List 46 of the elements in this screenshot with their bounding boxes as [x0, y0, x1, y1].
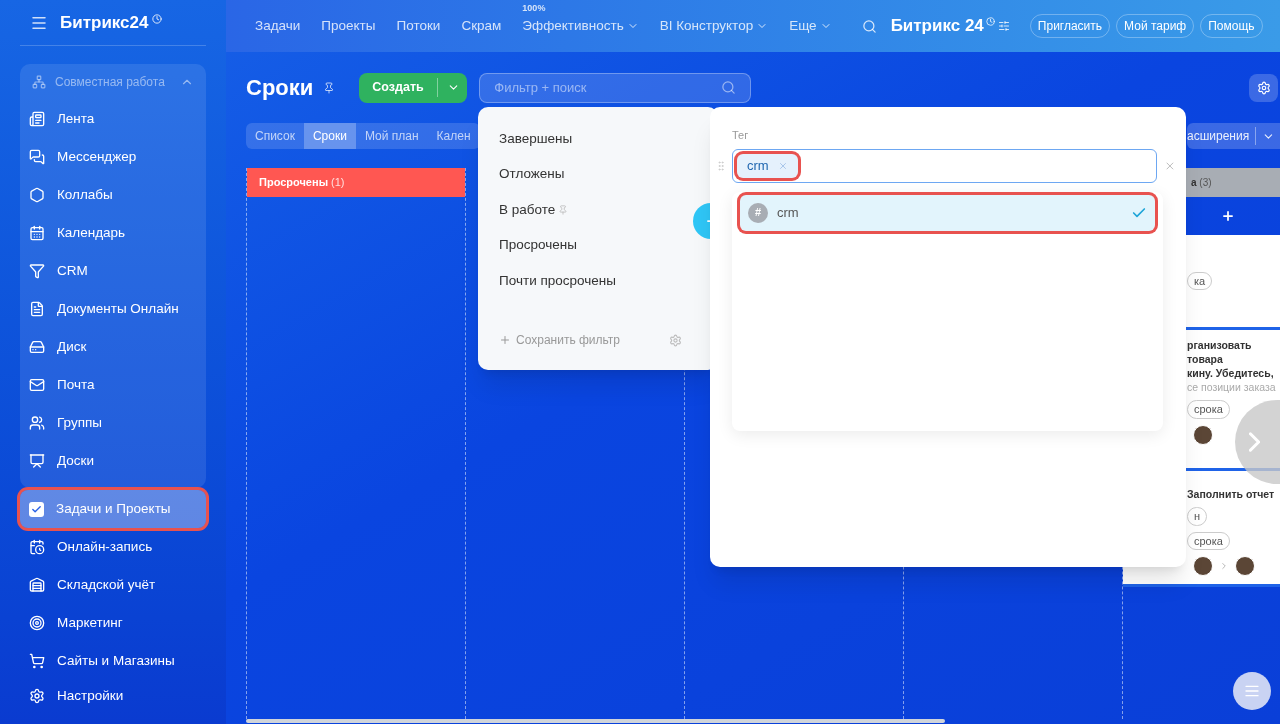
sidebar-item[interactable]: Маркетинг — [20, 604, 206, 643]
filter-preset[interactable]: Почти просрочены — [499, 263, 616, 299]
sidebar-item[interactable]: Задачи и Проекты — [20, 490, 206, 529]
nav-link[interactable]: Еще — [789, 15, 832, 37]
view-tab[interactable]: Мой план — [355, 123, 428, 149]
create-button[interactable]: Создать — [359, 72, 468, 103]
nav-link[interactable]: BI Конструктор — [659, 15, 769, 37]
sidebar-item[interactable]: Лента — [20, 100, 206, 139]
filter-preset[interactable]: Просрочены — [499, 227, 577, 263]
sidebar-item[interactable]: Складской учёт — [20, 566, 206, 605]
nav-link[interactable]: Скрам — [461, 15, 502, 37]
brand-name: Битрикс 24 — [890, 15, 984, 38]
page-title: Сроки — [246, 74, 314, 102]
sidebar-item[interactable]: Группы — [20, 404, 206, 443]
nav-percent-label: 100% — [522, 1, 546, 15]
sidebar-item[interactable]: Сайты и Магазины — [20, 642, 206, 681]
sidebar-item[interactable]: Коллабы — [20, 176, 206, 215]
nav-link[interactable]: Проекты — [321, 15, 376, 37]
tag-field[interactable]: crm — [732, 148, 1158, 183]
hash-icon: # — [748, 202, 768, 223]
sidebar-item[interactable]: Онлайн-запись — [20, 528, 206, 567]
extensions-button[interactable]: асширения — [1187, 123, 1280, 149]
tag-suggestion[interactable]: # crm — [740, 194, 1155, 231]
filter-preset[interactable]: Отложены — [499, 156, 565, 192]
settings-item[interactable]: Настройки — [20, 680, 206, 712]
sidebar-item[interactable]: Мессенджер — [20, 138, 206, 177]
view-tab[interactable]: Кален — [427, 123, 480, 149]
field-label: Тег — [732, 128, 750, 143]
sidebar-item[interactable]: Диск — [20, 328, 206, 367]
filter-preset[interactable]: В работе — [499, 192, 569, 228]
view-tab[interactable]: Сроки — [303, 123, 356, 149]
logo[interactable]: Битрикс24 — [60, 9, 149, 36]
view-tab[interactable]: Список — [246, 123, 304, 149]
sidebar-item[interactable]: CRM — [20, 252, 206, 291]
sidebar-item[interactable]: Документы Онлайн — [20, 290, 206, 329]
card-title: рганизовать товара кину. Убедитесь, се позиции заказа — [1187, 338, 1277, 394]
save-filter-link[interactable]: Сохранить фильтр — [499, 331, 669, 349]
card-title: Заполнить отчет — [1187, 487, 1276, 501]
sidebar-item[interactable]: Доски — [20, 442, 206, 481]
sidebar-item[interactable]: Почта — [20, 366, 206, 405]
sidebar-item[interactable]: Календарь — [20, 214, 206, 253]
column-header: Просрочены (1) — [247, 168, 465, 197]
filter-preset[interactable]: Завершены — [499, 121, 573, 157]
nav-link[interactable]: Задачи — [255, 15, 301, 37]
nav-link[interactable]: Потоки — [396, 15, 441, 37]
tag-chip[interactable]: crm — [737, 153, 798, 178]
